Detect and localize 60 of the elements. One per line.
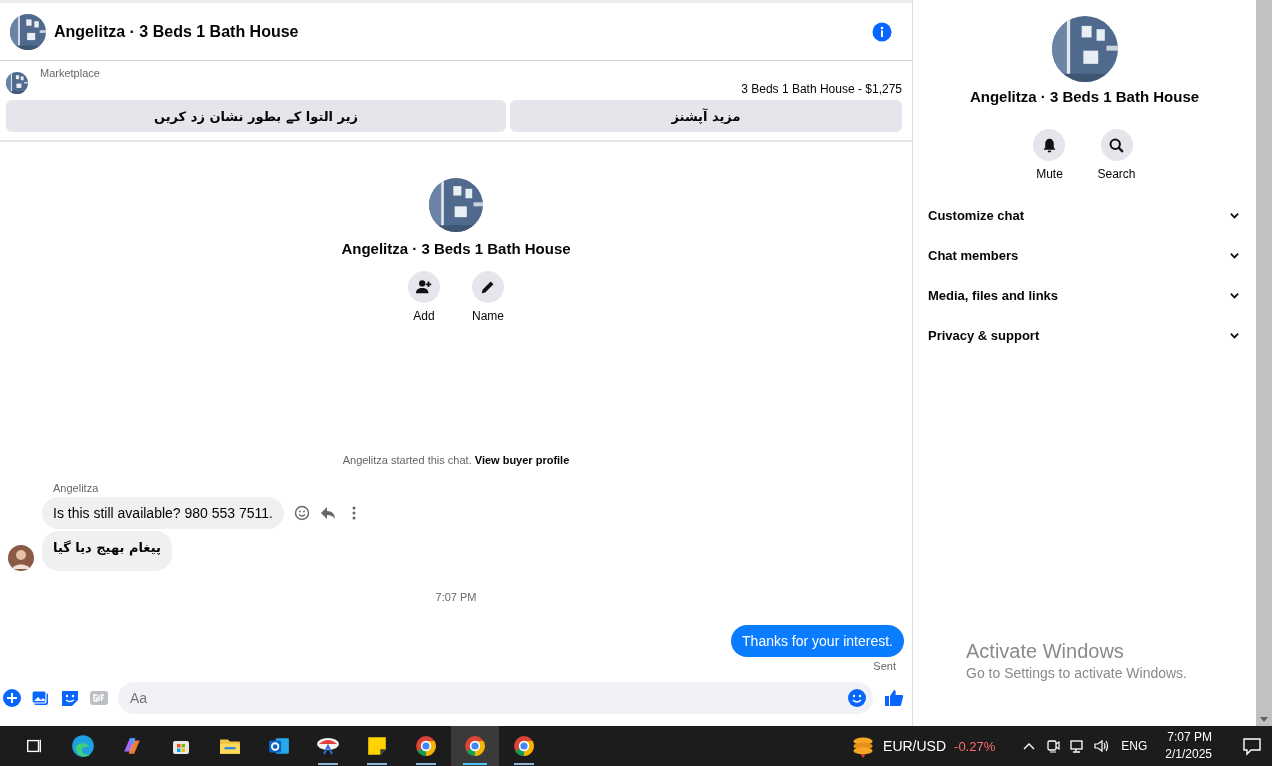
action-label: Name (472, 309, 504, 323)
incoming-message: پیغام بھیج دیا گیا (42, 531, 172, 571)
camera-icon[interactable] (1045, 738, 1062, 754)
emoji-icon[interactable] (294, 505, 310, 521)
emoji-icon[interactable] (847, 688, 867, 708)
sticker-icon[interactable] (60, 688, 80, 708)
action-label: Add (413, 309, 435, 323)
notification-icon[interactable] (1242, 736, 1262, 756)
sender-name: Angelitza (53, 482, 100, 494)
outgoing-message: Thanks for your interest. (731, 625, 904, 657)
listing-source: Marketplace (40, 67, 100, 79)
activation-notice-title: Activate Windows (966, 640, 1125, 663)
language-indicator[interactable]: ENG (1121, 739, 1148, 753)
message-status: Sent (872, 660, 896, 672)
thumbs-up-icon[interactable] (884, 688, 904, 708)
search-icon (1108, 136, 1125, 154)
action-label: Search (1097, 167, 1136, 181)
taskbar-app[interactable] (451, 726, 499, 766)
activation-notice-text: Go to Settings to activate Windows. (966, 665, 1187, 681)
ticker-change[interactable]: -0.27% (954, 738, 996, 754)
reply-icon[interactable] (320, 505, 336, 521)
chat-name: Angelitza · 3 Beds 1 Bath House (969, 88, 1200, 105)
volume-icon[interactable] (1093, 738, 1110, 754)
incoming-message: Is this still available? 980 553 7511. (42, 497, 284, 529)
chat-started-notice: Angelitza started this chat. View buyer profile (341, 454, 571, 466)
browser-icon (415, 735, 437, 757)
mail-app-icon (268, 735, 290, 757)
browser-icon (71, 734, 95, 758)
clock-date[interactable]: 2/1/2025 (1165, 746, 1212, 763)
view-buyer-profile-link[interactable]: View buyer profile (474, 454, 570, 466)
mute-button[interactable] (1033, 129, 1066, 161)
avatar (8, 545, 34, 571)
section-header[interactable]: Privacy & support (928, 315, 1240, 355)
action-label: Mute (1036, 167, 1063, 181)
section-header[interactable]: Media, files and links (928, 275, 1240, 315)
message-timestamp: 7:07 PM (434, 591, 478, 603)
ticker-name[interactable]: EUR/USD (883, 738, 947, 754)
browser-icon (513, 735, 535, 757)
bell-icon (1041, 136, 1058, 154)
info-icon[interactable] (872, 21, 892, 42)
search-button[interactable] (1100, 129, 1133, 161)
section-header[interactable]: Customize chat (928, 195, 1240, 235)
listing-action-button[interactable]: مزید آپشنز (510, 100, 902, 132)
chat-name: Angelitza · 3 Beds 1 Bath House (341, 240, 571, 257)
listing-title: 3 Beds 1 Bath House - $1,275 (741, 82, 902, 96)
photo-icon[interactable] (31, 688, 51, 708)
network-icon[interactable] (1069, 738, 1086, 754)
browser-icon (464, 735, 486, 757)
edit-name-button[interactable] (472, 271, 504, 303)
message-field[interactable]: Aa (118, 682, 873, 714)
task-view-icon (25, 737, 43, 755)
clock-time[interactable]: 7:07 PM (1167, 729, 1212, 746)
message-input[interactable]: Aa (128, 689, 847, 707)
plus-icon[interactable] (2, 688, 22, 708)
chat-title: Angelitza · 3 Beds 1 Bath House (54, 22, 300, 41)
add-person-icon (415, 278, 433, 296)
listing-action-button[interactable]: زیر التوا کے بطور نشان زد کریں (6, 100, 506, 132)
section-header[interactable]: Chat members (928, 235, 1240, 275)
sticky-note-icon (366, 735, 388, 757)
add-person-button[interactable] (408, 271, 440, 303)
